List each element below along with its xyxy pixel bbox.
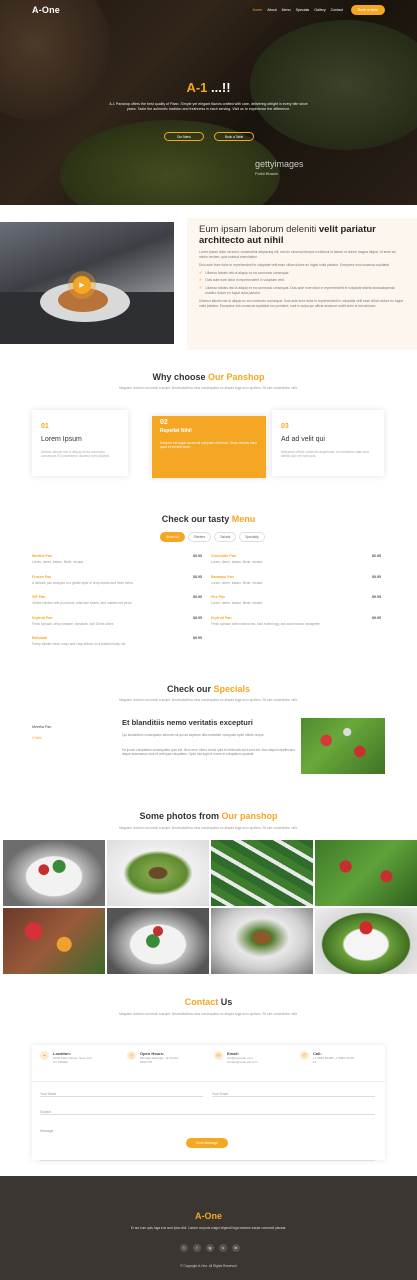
why-box: 03 Ad ad velit qui Molestiae officiis omni… — [272, 410, 384, 476]
about-content: Eum ipsam laborum deleniti velit pariatu… — [187, 218, 417, 350]
menu-item: Bahubali $9.95 Plump lobster meat, mayo an… — [32, 636, 202, 646]
map-pin-icon: ⌖ — [40, 1051, 49, 1060]
watermark: gettyimages Pulkit Bhasin — [255, 159, 304, 177]
gallery-photo[interactable] — [107, 908, 209, 974]
specials-tab[interactable]: Meetha Pan — [32, 722, 51, 733]
check-circle-icon: ✔ — [199, 277, 203, 283]
about-heading: Eum ipsam laborum deleniti velit pariatu… — [199, 224, 376, 246]
footer-logo: A-One — [195, 1211, 222, 1221]
nav-home[interactable]: Home — [253, 8, 263, 12]
menu-title: Check our tasty Menu — [161, 514, 256, 524]
gallery-photo[interactable] — [107, 840, 209, 906]
specials-heading: Et blanditiis nemo veritatis excepturi — [122, 718, 253, 727]
specials-text: Qui laudantium consequatur laborum sit q… — [122, 733, 265, 737]
menu-item: Dryfruit Pan $9.95 Fresh spinach with mush… — [211, 616, 381, 626]
filter-all[interactable]: Show All — [160, 532, 185, 542]
why-subtitle: Magnam dolores commodi suscipit. Necessi… — [119, 386, 298, 390]
about-section: ▶ Eum ipsam laborum deleniti velit paria… — [0, 208, 417, 352]
nav-menu[interactable]: Menu — [282, 8, 291, 12]
menu-filters: Show All Starters Salads Specialty — [160, 532, 265, 542]
filter-starters[interactable]: Starters — [187, 532, 212, 542]
nav-about[interactable]: About — [267, 8, 276, 12]
email-input[interactable]: Your Email — [212, 1092, 375, 1097]
gallery-photo[interactable] — [211, 840, 313, 906]
filter-salads[interactable]: Salads — [214, 532, 237, 542]
about-paragraph: Ullamco laboris nisi ut aliquip ex ea co… — [199, 299, 403, 308]
top-header: A-One Home About Menu Specials Gallery C… — [0, 0, 417, 20]
specials-text: Ea ipsum voluptatem consequatur quis est… — [122, 748, 295, 757]
contact-subtitle: Magnam dolores commodi suscipit. Necessi… — [119, 1012, 298, 1016]
check-item: ✔ Duis aute irure dolor in reprehenderit … — [199, 277, 285, 283]
twitter-icon[interactable]: t — [180, 1244, 188, 1252]
menu-item: Chocolate Pan $6.95 Lorem, deren, trataro,… — [211, 554, 381, 564]
menu-item: Meetha Pan $5.95 Lorem, deren, trataro, fi… — [32, 554, 202, 564]
check-circle-icon: ✔ — [199, 269, 203, 275]
filter-specialty[interactable]: Specialty — [239, 532, 265, 542]
gallery-photo[interactable] — [315, 840, 417, 906]
info-hours: ◷ Open Hours: Monday-Saturday: 11:00 AM - … — [127, 1051, 182, 1064]
about-video-thumbnail[interactable]: ▶ — [0, 222, 174, 344]
info-email: ✉ Email: info@example.com contact@example.… — [214, 1051, 269, 1064]
social-links: t f ig s in — [180, 1244, 240, 1252]
contact-title: Contact Us — [184, 997, 233, 1007]
name-input[interactable]: Your Name — [40, 1092, 203, 1097]
nav-contact[interactable]: Contact — [331, 8, 343, 12]
play-icon[interactable]: ▶ — [73, 276, 91, 294]
gallery-photo[interactable] — [315, 908, 417, 974]
photo-gallery — [3, 840, 417, 974]
menu-item: Dryfruit Pan $8.95 Fresh spinach, crisp ro… — [32, 616, 202, 626]
envelope-icon: ✉ — [214, 1051, 223, 1060]
check-item: ✔ Ullamco laboris nisi ut aliquip ex ea c… — [199, 284, 395, 295]
info-call: ✆ Call: +1 5589 55488 +1 5589 22475 14 — [300, 1051, 355, 1064]
clock-icon: ◷ — [127, 1051, 136, 1060]
specials-image — [301, 718, 385, 774]
gallery-photo[interactable] — [211, 908, 313, 974]
hero-book-button[interactable]: Book a Table — [214, 132, 254, 141]
gallery-title: Some photos from Our panshop — [139, 811, 278, 821]
book-table-button[interactable]: Book a table — [351, 5, 385, 15]
about-paragraph: Lorem ipsum dolor sit amet, consectetur … — [199, 250, 396, 259]
specials-subtitle: Magnam dolores commodi suscipit. Necessi… — [119, 698, 298, 702]
main-nav: Home About Menu Specials Gallery Contact… — [253, 5, 385, 15]
specials-title: Check our Specials — [166, 684, 251, 694]
footer-text: Et aut eum quis fuga eos sunt ipsa nihil… — [130, 1226, 287, 1230]
gallery-subtitle: Magnam dolores commodi suscipit. Necessi… — [119, 826, 298, 830]
copyright: © Copyright A-One. All Rights Reserved — [180, 1264, 237, 1268]
hero-buttons: Our Menu Book a Table — [164, 132, 254, 141]
facebook-icon[interactable]: f — [193, 1244, 201, 1252]
menu-item: Frozen Pan $8.95 A delicate pan wrapped in… — [32, 575, 202, 585]
send-message-button[interactable]: Send Message — [186, 1138, 228, 1148]
skype-icon[interactable]: s — [219, 1244, 227, 1252]
site-logo[interactable]: A-One — [32, 5, 60, 15]
our-menu-button[interactable]: Our Menu — [164, 132, 204, 141]
menu-item: Fire Pan $9.95 Lorem, deren, trataro, file… — [211, 595, 381, 605]
check-circle-icon: ✔ — [199, 284, 203, 290]
why-box: 01 Lorem Ipsum Ulamco laboris nisi ut aliq… — [32, 410, 128, 476]
gallery-photo[interactable] — [3, 908, 105, 974]
check-item: ✔ Ullamco laboris nisi ut aliquip ex ea c… — [199, 269, 290, 275]
phone-icon: ✆ — [300, 1051, 309, 1060]
menu-item: VIP Pan $9.95 Grilled chicken with provolo… — [32, 595, 202, 605]
why-box-highlight: 02 Repellat Nihil Dolorem est fugiat occae… — [152, 416, 266, 478]
hero-description: A-1 Panshop offers the best quality of P… — [109, 102, 308, 112]
linkedin-icon[interactable]: in — [232, 1244, 240, 1252]
gallery-photo[interactable] — [3, 840, 105, 906]
instagram-icon[interactable]: ig — [206, 1244, 214, 1252]
info-location: ⌖ Location: A108 Adam Street, New York, NY… — [40, 1051, 95, 1064]
subject-input[interactable]: Subject — [40, 1110, 375, 1115]
nav-specials[interactable]: Specials — [296, 8, 310, 12]
why-title: Why choose Our Panshop — [152, 372, 265, 382]
specials-tabs: Meetha Pan Chikki — [32, 722, 51, 744]
hero-title: A-1 ...!! — [186, 80, 231, 95]
nav-gallery[interactable]: Gallery — [314, 8, 325, 12]
about-paragraph: Duis aute irure dolor in reprehenderit i… — [199, 263, 390, 268]
menu-item: Banarasi Pan $9.95 Lorem, deren, trataro, … — [211, 575, 381, 585]
specials-tab-active[interactable]: Chikki — [32, 733, 51, 744]
